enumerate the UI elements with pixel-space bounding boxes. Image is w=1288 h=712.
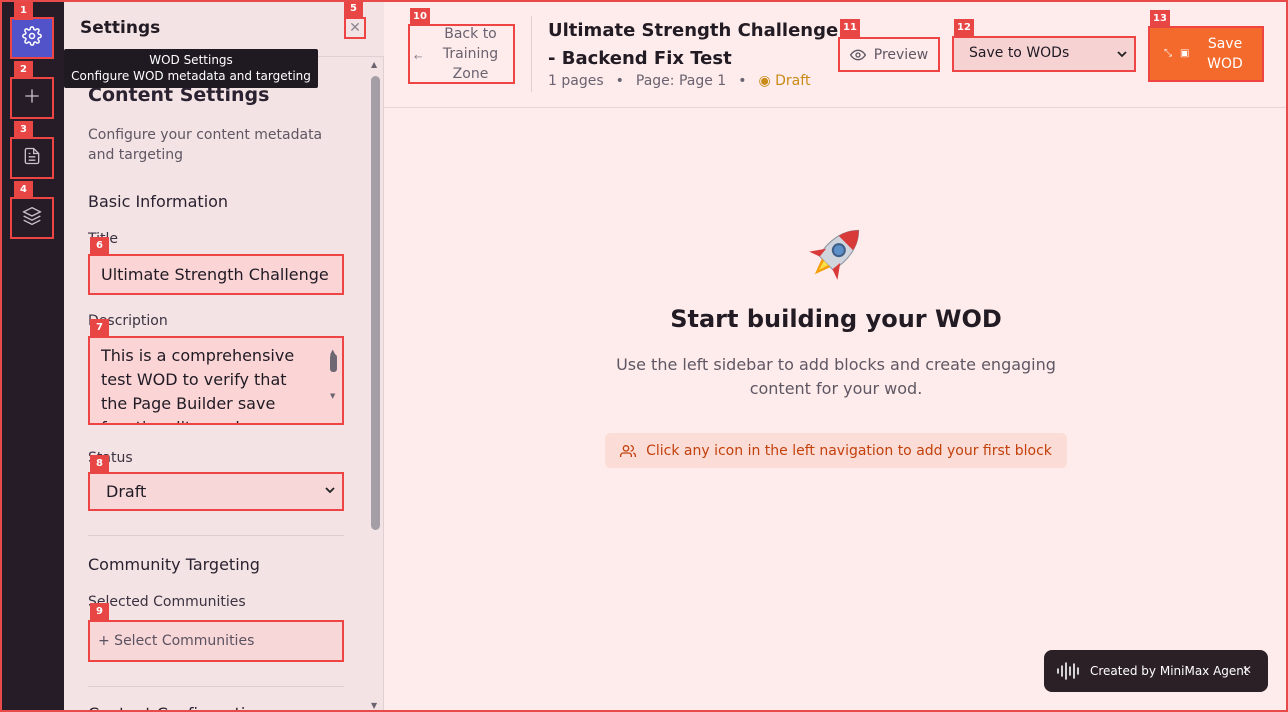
builder-canvas: Start building your WOD Use the left sid… (384, 109, 1288, 712)
marker-7: 7 (90, 319, 109, 337)
marker-10: 10 (410, 8, 430, 26)
marker-8: 8 (90, 455, 109, 473)
marker-1: 1 (14, 2, 33, 20)
wod-meta: 1 pages • Page: Page 1 • ◉ Draft (548, 73, 810, 89)
add-block-hint: Click any icon in the left navigation to… (605, 433, 1067, 468)
rocket-icon (809, 229, 860, 280)
marker-2: 2 (14, 61, 33, 79)
back-to-training-zone-button[interactable]: ← Back to Training Zone (408, 24, 515, 84)
tooltip-subtitle: Configure WOD metadata and targeting (71, 69, 311, 83)
plus-icon (22, 86, 42, 110)
pages-rail-button[interactable] (10, 137, 54, 179)
preview-button[interactable]: Preview (838, 37, 940, 72)
tooltip-title: WOD Settings (149, 53, 233, 67)
status-select[interactable]: Draft (88, 472, 344, 511)
scroll-down-icon[interactable]: ▼ (371, 701, 377, 710)
marker-3: 3 (14, 121, 33, 139)
draft-status-badge: ◉ Draft (758, 73, 810, 89)
section-divider (88, 535, 344, 536)
arrow-left-icon: ← (414, 52, 423, 63)
marker-6: 6 (90, 237, 109, 255)
settings-panel: Settings 5 ✕ Content Settings Configure … (64, 0, 384, 712)
content-configuration-heading: Content Configuration (88, 704, 265, 712)
section-divider (88, 686, 344, 687)
meta-separator: • (615, 73, 624, 89)
save-target-value: Save to WODs (969, 45, 1070, 61)
textarea-scroll-thumb[interactable] (330, 354, 337, 372)
panel-title: Settings (80, 18, 161, 38)
header-divider (531, 16, 532, 92)
eye-icon: ◉ (758, 73, 771, 89)
title-input[interactable]: Ultimate Strength Challenge (88, 254, 344, 295)
save-wod-button[interactable]: ⤡ ▣ Save WOD (1148, 26, 1264, 82)
save-icon: ▣ (1180, 48, 1190, 59)
basic-info-heading: Basic Information (88, 192, 229, 211)
layers-icon (22, 206, 42, 230)
chevron-down-icon (325, 487, 335, 494)
settings-form: Content Settings Configure your content … (88, 58, 344, 712)
gear-icon (22, 26, 42, 50)
scroll-up-icon[interactable]: ▲ (371, 60, 377, 69)
marker-12: 12 (954, 19, 974, 37)
page-count: 1 pages (548, 73, 604, 89)
meta-separator: • (738, 73, 747, 89)
draft-status-text: Draft (775, 73, 811, 89)
scroll-down-icon: ▼ (330, 392, 336, 400)
marker-13: 13 (1150, 10, 1170, 28)
loader-icon: ⤡ (1164, 48, 1172, 59)
current-page: Page: Page 1 (635, 73, 727, 89)
textarea-scrollbar[interactable]: ▲ ▼ (328, 340, 340, 422)
preview-label: Preview (873, 46, 929, 63)
selected-communities-label: Selected Communities (88, 594, 246, 610)
eye-icon (849, 49, 866, 60)
toast-label: Created by MiniMax Agent (1090, 664, 1249, 678)
wod-title: Ultimate Strength Challenge - Backend Fi… (548, 20, 839, 69)
empty-state-title: Start building your WOD (670, 305, 1002, 333)
save-button-icons: ⤡ ▣ (1164, 44, 1194, 64)
back-button-label: Back to Training Zone (442, 26, 499, 82)
chevron-down-icon (1117, 51, 1127, 58)
description-textarea[interactable]: This is a comprehensive test WOD to veri… (88, 336, 344, 425)
description-text: This is a comprehensive test WOD to veri… (101, 346, 295, 423)
users-icon (620, 444, 637, 457)
save-target-select[interactable]: Save to WODs (952, 36, 1136, 72)
add-block-rail-button[interactable] (10, 77, 54, 119)
save-wod-label: Save WOD (1207, 36, 1243, 72)
icon-rail: 1 2 3 4 (0, 0, 64, 712)
document-icon (22, 146, 42, 170)
panel-scrollbar[interactable]: ▲ ▼ (369, 58, 383, 712)
marker-11: 11 (840, 19, 860, 37)
waveform-icon (1057, 662, 1079, 680)
settings-rail-button[interactable] (10, 17, 54, 59)
close-panel-button[interactable]: ✕ (344, 17, 366, 39)
marker-9: 9 (90, 603, 109, 621)
status-value: Draft (106, 482, 147, 501)
community-targeting-heading: Community Targeting (88, 555, 260, 574)
close-toast-button[interactable]: ✕ (1242, 663, 1252, 677)
layers-rail-button[interactable] (10, 197, 54, 239)
created-by-toast: Created by MiniMax Agent ✕ (1044, 650, 1268, 692)
panel-scroll-thumb[interactable] (371, 76, 380, 530)
content-settings-description: Configure your content metadata and targ… (88, 127, 323, 163)
settings-tooltip: WOD Settings Configure WOD metadata and … (64, 49, 318, 88)
add-block-hint-text: Click any icon in the left navigation to… (646, 442, 1052, 459)
empty-state-description: Use the left sidebar to add blocks and c… (616, 355, 1056, 398)
marker-5: 5 (344, 0, 363, 18)
editor-header: 10 ← Back to Training Zone Ultimate Stre… (384, 0, 1288, 108)
close-icon: ✕ (349, 20, 361, 36)
marker-4: 4 (14, 181, 33, 199)
select-communities-button[interactable]: + Select Communities (88, 620, 344, 662)
